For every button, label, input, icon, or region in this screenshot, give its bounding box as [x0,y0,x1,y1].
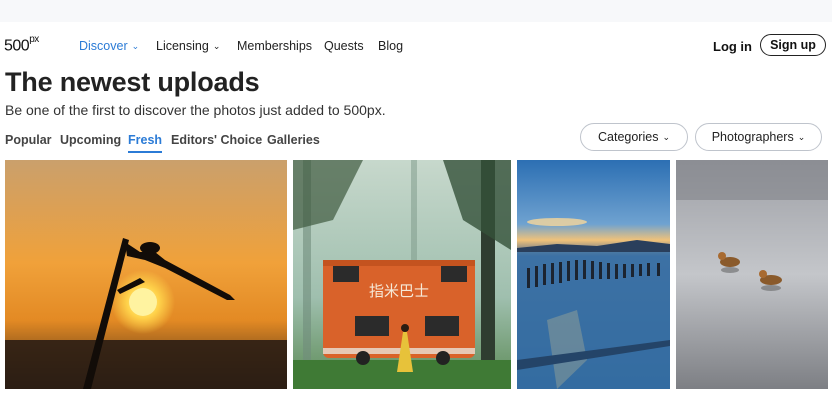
tab-upcoming[interactable]: Upcoming [60,133,121,151]
chevron-down-icon: ⌄ [797,132,806,142]
nav-blog[interactable]: Blog [378,39,403,53]
categories-label: Categories [598,130,659,144]
nav-licensing-label: Licensing [156,39,209,53]
page: 500px Discover ⌄ Licensing ⌄ Memberships Q… [0,22,832,416]
nav-discover[interactable]: Discover ⌄ [79,39,139,53]
photo-card-2[interactable]: 指米巴士 [293,160,511,389]
photo-ducks [676,160,828,389]
photo-bus: 指米巴士 [293,160,511,389]
chevron-down-icon: ⌄ [131,41,140,51]
nav-licensing[interactable]: Licensing ⌄ [156,39,220,53]
tab-editors-choice[interactable]: Editors' Choice [171,133,262,151]
photo-card-4[interactable] [676,160,828,389]
photo-card-3[interactable] [517,160,670,389]
photo-dragonfly [5,160,287,389]
nav-discover-label: Discover [79,39,128,53]
chevron-down-icon: ⌄ [212,41,221,51]
login-link[interactable]: Log in [713,39,752,54]
logo-text: 500 [4,37,30,55]
bus-sign-text: 指米巴士 [369,282,429,300]
photo-sea [517,160,670,389]
nav-memberships[interactable]: Memberships [237,39,312,53]
top-navbar: 500px Discover ⌄ Licensing ⌄ Memberships Q… [0,22,832,70]
500px-logo[interactable]: 500px [4,34,39,55]
page-subtitle: Be one of the first to discover the phot… [5,102,386,118]
logo-sup: px [29,34,39,45]
photographers-dropdown[interactable]: Photographers ⌄ [695,123,822,151]
photo-card-1[interactable] [5,160,287,389]
chevron-down-icon: ⌄ [662,132,670,142]
nav-quests[interactable]: Quests [324,39,364,53]
tab-popular[interactable]: Popular [5,133,52,151]
page-title: The newest uploads [5,67,260,97]
tab-fresh[interactable]: Fresh [128,133,163,153]
tab-galleries[interactable]: Galleries [267,133,320,151]
signup-button[interactable]: Sign up [760,34,826,56]
photographers-label: Photographers [711,130,794,144]
categories-dropdown[interactable]: Categories ⌄ [580,123,688,151]
